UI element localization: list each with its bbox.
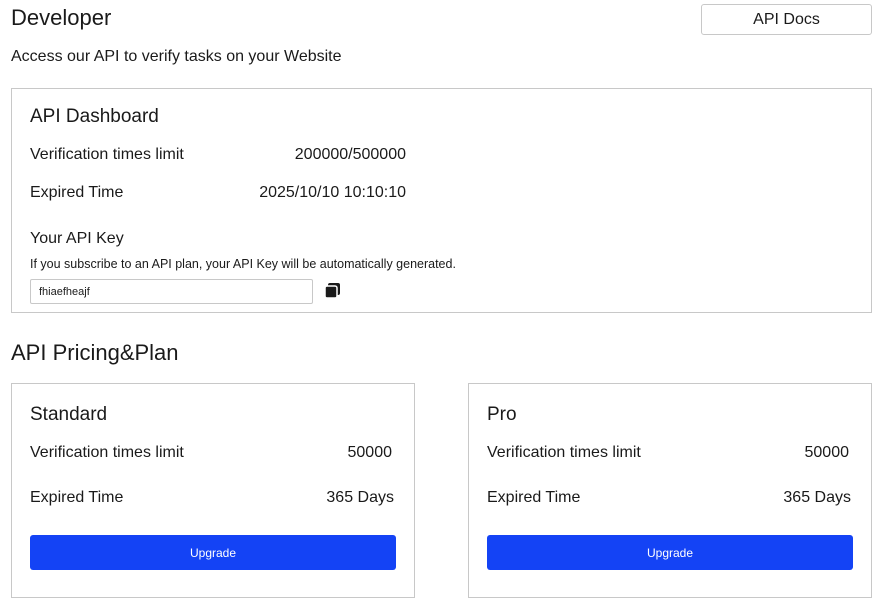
- plan-card-standard: Standard Verification times limit 50000 …: [11, 383, 415, 598]
- plan-name: Pro: [487, 404, 517, 425]
- upgrade-button-pro[interactable]: Upgrade: [487, 535, 853, 570]
- plan-expired-label: Expired Time: [487, 489, 581, 506]
- pricing-title: API Pricing&Plan: [11, 340, 179, 365]
- plan-verification-value: 50000: [804, 444, 850, 461]
- dashboard-title: API Dashboard: [30, 106, 159, 127]
- verification-limit-value: 200000/500000: [294, 146, 406, 163]
- api-key-input[interactable]: [30, 279, 313, 304]
- plan-expired-label: Expired Time: [30, 489, 124, 506]
- api-docs-button[interactable]: API Docs: [701, 4, 872, 35]
- expired-time-label: Expired Time: [30, 184, 124, 201]
- upgrade-button-standard[interactable]: Upgrade: [30, 535, 396, 570]
- plan-verification-label: Verification times limit: [30, 444, 184, 461]
- plan-expired-value: 365 Days: [783, 489, 851, 506]
- page-title: Developer: [11, 5, 112, 30]
- page-subtitle: Access our API to verify tasks on your W…: [11, 48, 342, 65]
- plan-name: Standard: [30, 404, 108, 425]
- api-dashboard-panel: API Dashboard Verification times limit 2…: [11, 88, 872, 313]
- plan-expired-value: 365 Days: [326, 489, 394, 506]
- api-key-note: If you subscribe to an API plan, your AP…: [30, 257, 456, 271]
- plan-verification-value: 50000: [347, 444, 393, 461]
- copy-icon[interactable]: [324, 282, 342, 300]
- verification-limit-label: Verification times limit: [30, 146, 184, 163]
- plan-card-pro: Pro Verification times limit 50000 Expir…: [468, 383, 872, 598]
- expired-time-value: 2025/10/10 10:10:10: [259, 184, 406, 201]
- plan-verification-label: Verification times limit: [487, 444, 641, 461]
- api-key-title: Your API Key: [30, 230, 124, 247]
